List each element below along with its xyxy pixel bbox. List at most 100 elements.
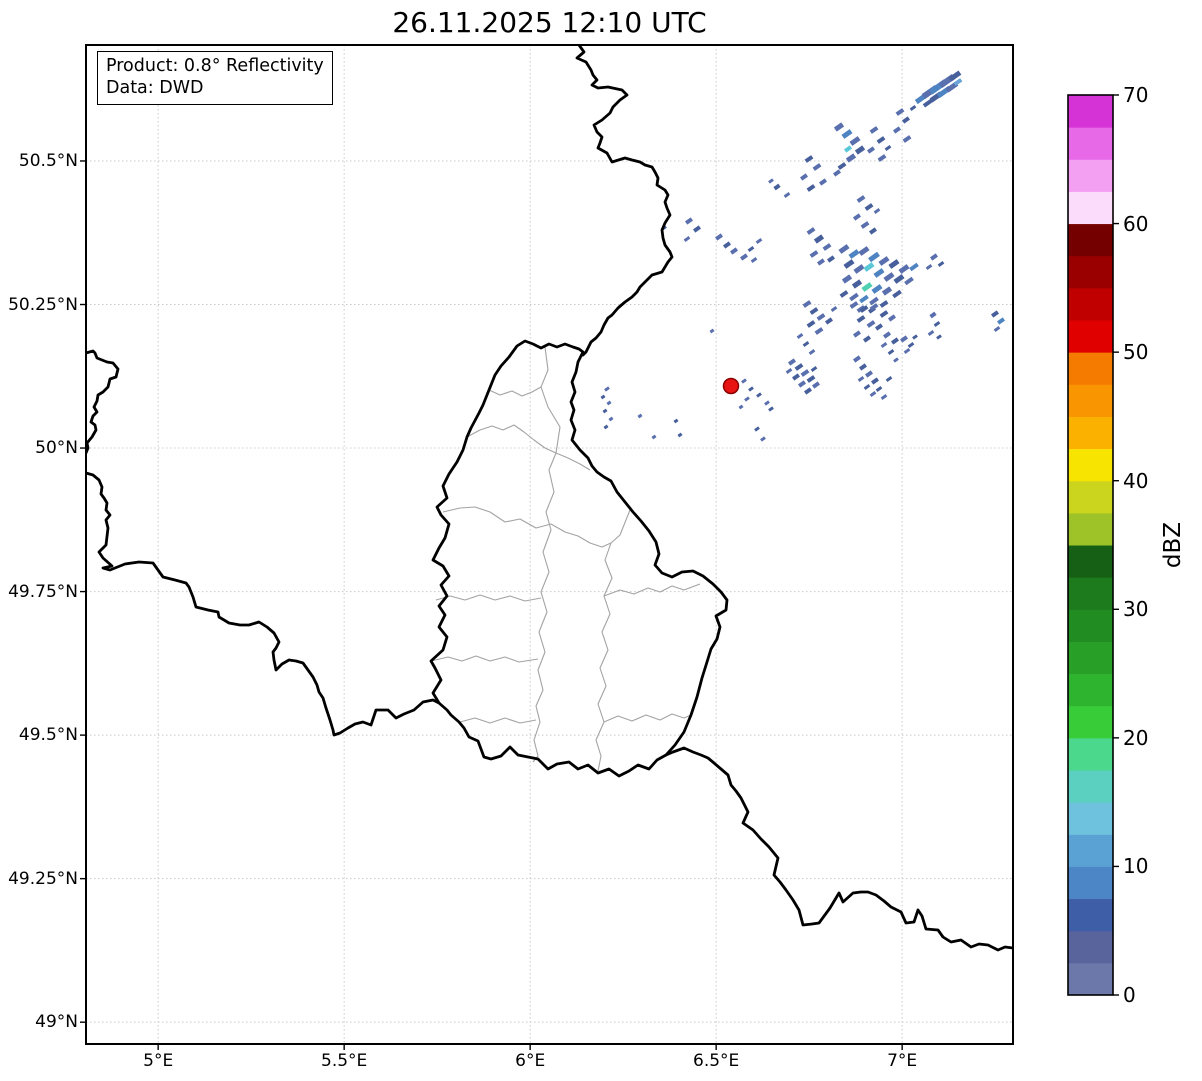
canton-border-line xyxy=(603,713,692,723)
echo-cell xyxy=(802,341,810,347)
echo-cell xyxy=(843,145,853,153)
echo-cell xyxy=(864,370,874,378)
colorbar-band xyxy=(1068,898,1113,932)
y-tick-label: 50.25°N xyxy=(8,294,78,315)
y-tick-label: 50.5°N xyxy=(18,150,78,171)
echo-cell xyxy=(876,136,886,144)
echo-cell xyxy=(796,333,804,339)
echo-cell xyxy=(750,257,758,263)
echo-cell xyxy=(651,434,657,440)
colorbar-band xyxy=(1068,191,1113,225)
echo-cell xyxy=(929,253,939,261)
radar-echoes xyxy=(600,70,1006,442)
echo-cell xyxy=(858,246,870,256)
echo-cell xyxy=(729,247,739,255)
echo-cell xyxy=(927,330,935,336)
colorbar-band xyxy=(1068,577,1113,610)
x-tick-label: 6°E xyxy=(515,1051,546,1071)
colorbar-band xyxy=(1068,609,1113,642)
canton-border-line xyxy=(540,346,561,454)
echo-cell xyxy=(878,256,890,266)
echo-cell xyxy=(849,292,859,302)
canton-borders xyxy=(430,346,701,772)
echo-cell xyxy=(849,136,861,146)
x-tick-label: 6.5°E xyxy=(693,1051,740,1071)
echo-cell xyxy=(814,327,824,335)
x-tick-label: 5°E xyxy=(143,1051,174,1071)
echo-cell xyxy=(887,349,895,355)
echo-cell xyxy=(785,368,793,374)
national-borders xyxy=(86,45,1013,952)
colorbar-axis-label: dBZ xyxy=(1160,521,1186,569)
echo-cell xyxy=(799,173,809,181)
echo-cell xyxy=(859,305,869,313)
colorbar-band xyxy=(1068,95,1113,128)
echo-cell xyxy=(852,213,862,221)
echo-cell xyxy=(768,178,774,184)
echo-cell xyxy=(885,376,893,382)
echo-cell xyxy=(602,408,608,414)
national-border-line xyxy=(86,349,120,455)
colorbar-band xyxy=(1068,545,1113,578)
echo-cell xyxy=(808,349,816,355)
echo-cell xyxy=(606,400,612,406)
echo-cell xyxy=(797,380,807,388)
data-source-label: Data: DWD xyxy=(106,78,204,98)
echo-cell xyxy=(816,258,826,266)
echo-cell xyxy=(880,342,888,348)
colorbar-tick-label: 20 xyxy=(1123,725,1149,750)
colorbar-band xyxy=(1068,480,1113,514)
echo-cell xyxy=(804,155,814,163)
colorbar-band xyxy=(1068,384,1113,417)
echo-cell xyxy=(600,394,606,400)
colorbar-band xyxy=(1068,930,1113,964)
x-tick-label: 7°E xyxy=(887,1051,918,1071)
colorbar-band xyxy=(1068,673,1113,707)
canton-border-line xyxy=(603,583,701,597)
echo-cell xyxy=(912,334,918,340)
echo-cell xyxy=(806,320,816,328)
echo-cell xyxy=(802,300,812,308)
echo-cell xyxy=(862,335,872,343)
map-canvas xyxy=(80,44,1119,1050)
echo-cell xyxy=(800,369,810,377)
national-border-line xyxy=(86,471,441,737)
echo-cell xyxy=(864,203,874,211)
colorbar-band xyxy=(1068,320,1113,353)
colorbar-tick-label: 70 xyxy=(1123,83,1149,107)
echo-cell xyxy=(760,436,766,442)
echo-cell xyxy=(841,274,853,284)
echo-cell xyxy=(904,276,914,286)
echo-cell xyxy=(922,98,934,108)
echo-cell xyxy=(603,424,609,430)
echo-cell xyxy=(748,386,754,392)
echo-cell xyxy=(903,348,911,354)
echo-cell xyxy=(832,169,842,177)
echo-cell xyxy=(856,315,866,323)
echo-cell xyxy=(841,129,853,139)
echo-cell xyxy=(875,386,883,392)
echo-cell xyxy=(608,416,614,422)
national-border-line xyxy=(429,339,729,778)
echo-cell xyxy=(848,249,860,259)
colorbar-band xyxy=(1068,770,1113,803)
echo-cell xyxy=(881,286,893,296)
colorbar-bands xyxy=(1068,95,1113,996)
canton-border-line xyxy=(532,452,557,763)
echo-cell xyxy=(683,236,691,242)
echo-cell xyxy=(909,262,919,272)
colorbar-tick-label: 40 xyxy=(1123,468,1149,493)
echo-cell xyxy=(818,178,828,186)
echo-cell xyxy=(824,317,834,325)
colorbar-band xyxy=(1068,416,1113,450)
echo-cell xyxy=(853,264,865,274)
y-tick-label: 49°N xyxy=(35,1012,78,1033)
echo-cell xyxy=(869,296,879,306)
echo-cell xyxy=(857,376,865,382)
echo-cell xyxy=(888,259,900,269)
echo-cell xyxy=(812,163,822,171)
echo-cell xyxy=(822,243,832,251)
echo-cell xyxy=(838,244,850,254)
echo-cell xyxy=(813,234,825,244)
colorbar-tick-label: 30 xyxy=(1123,597,1149,622)
